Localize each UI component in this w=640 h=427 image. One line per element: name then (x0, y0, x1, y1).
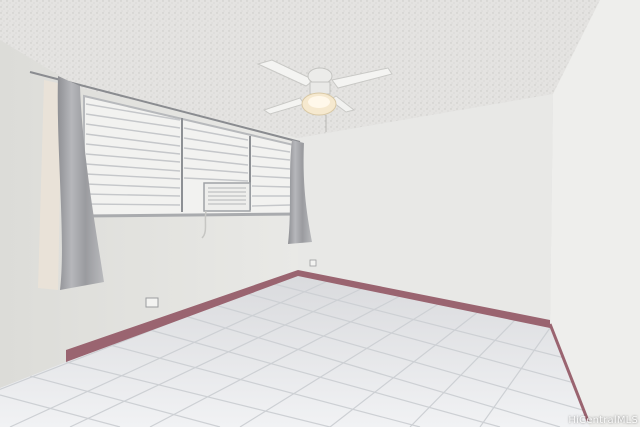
wall-outlet (145, 297, 159, 308)
watermark: HiCentralMLS (568, 415, 638, 426)
room-photo: HiCentralMLS (0, 0, 640, 427)
room-illustration (0, 0, 640, 427)
wall-outlet-back (309, 259, 317, 267)
